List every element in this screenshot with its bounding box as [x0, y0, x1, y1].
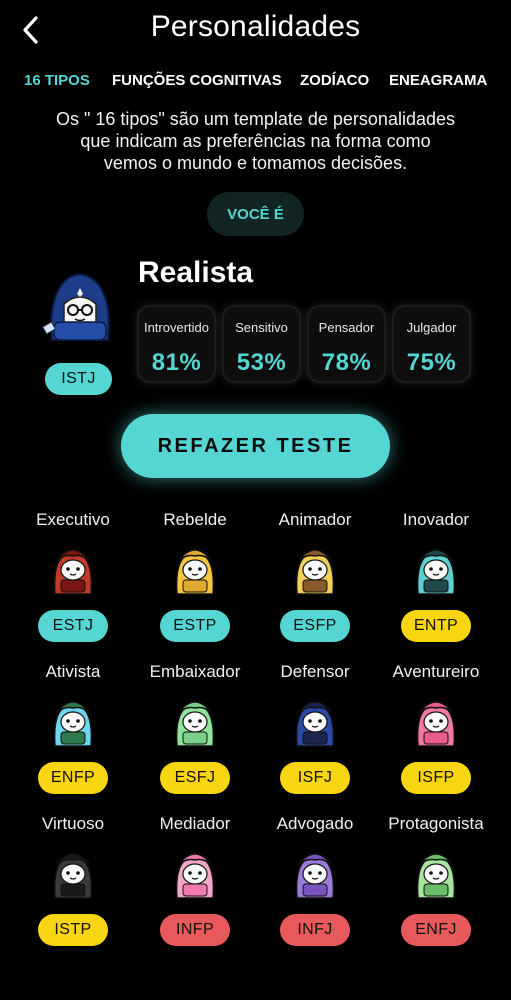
trait-value: 81% [151, 349, 202, 376]
type-card-isfp[interactable]: Aventureiro ISFP [376, 662, 496, 812]
tab-funcoes-cognitivas[interactable]: FUNÇÕES COGNITIVAS [112, 72, 282, 89]
type-card-entp[interactable]: Inovador ENTP [376, 510, 496, 660]
type-card-estp[interactable]: Rebelde ESTP [135, 510, 255, 660]
character-avatar-icon [295, 853, 335, 899]
tab-eneagrama[interactable]: ENEAGRAMA [389, 72, 487, 89]
type-avatar [283, 838, 347, 902]
type-avatar [41, 686, 105, 750]
type-avatar [404, 838, 468, 902]
type-name-label: Rebelde [163, 510, 227, 529]
tab-bar: 16 TIPOS FUNÇÕES COGNITIVAS ZODÍACO ENEA… [0, 72, 511, 94]
type-card-enfp[interactable]: Ativista ENFP [13, 662, 133, 812]
tab-16-tipos[interactable]: 16 TIPOS [24, 72, 90, 89]
type-code-badge: INFP [160, 914, 230, 946]
type-code-badge: ENFJ [401, 914, 471, 946]
trait-label: Pensador [318, 320, 375, 335]
character-avatar-icon [53, 549, 93, 595]
type-avatar [163, 534, 227, 598]
trait-card-sensitivo: Sensitivo 53% [222, 305, 301, 383]
type-card-enfj[interactable]: Protagonista ENFJ [376, 814, 496, 964]
type-name-label: Embaixador [149, 662, 241, 681]
character-avatar-icon [295, 701, 335, 747]
type-card-istp[interactable]: Virtuoso ISTP [13, 814, 133, 964]
type-name-label: Virtuoso [41, 814, 105, 833]
character-avatar-icon [53, 853, 93, 899]
trait-card-pensador: Pensador 78% [307, 305, 386, 383]
tab-zodiaco[interactable]: ZODÍACO [300, 72, 369, 89]
type-name-label: Aventureiro [392, 662, 480, 681]
type-code-badge: ESFP [280, 610, 350, 642]
type-avatar [163, 838, 227, 902]
type-name-label: Defensor [280, 662, 350, 681]
trait-label: Julgador [406, 320, 457, 335]
type-card-infp[interactable]: Mediador INFP [135, 814, 255, 964]
character-avatar-icon [175, 549, 215, 595]
type-name-label: Advogado [276, 814, 354, 833]
result-type-name: Realista [138, 256, 254, 289]
type-code-badge: ISFP [401, 762, 471, 794]
you-are-pill: VOCÊ É [207, 192, 304, 236]
type-avatar [283, 686, 347, 750]
type-name-label: Mediador [159, 814, 231, 833]
type-card-esfp[interactable]: Animador ESFP [255, 510, 375, 660]
type-code-badge: ESTJ [38, 610, 108, 642]
intro-text: Os " 16 tipos" são um template de person… [20, 108, 491, 174]
type-card-isfj[interactable]: Defensor ISFJ [255, 662, 375, 812]
type-avatar [163, 686, 227, 750]
character-avatar-icon [53, 701, 93, 747]
type-avatar [41, 534, 105, 598]
character-avatar-icon [175, 701, 215, 747]
type-avatar [283, 534, 347, 598]
character-avatar-icon [416, 549, 456, 595]
result-type-badge: ISTJ [45, 363, 112, 395]
trait-card-julgador: Julgador 75% [392, 305, 471, 383]
type-card-esfj[interactable]: Embaixador ESFJ [135, 662, 255, 812]
result-avatar [40, 264, 120, 344]
trait-value: 53% [236, 349, 287, 376]
page-title: Personalidades [150, 10, 361, 43]
type-code-badge: ISFJ [280, 762, 350, 794]
type-card-infj[interactable]: Advogado INFJ [255, 814, 375, 964]
header: Personalidades [0, 0, 511, 60]
trait-label: Sensitivo [235, 320, 288, 335]
type-avatar [404, 686, 468, 750]
trait-card-introvertido: Introvertido 81% [137, 305, 216, 383]
type-name-label: Executivo [36, 510, 110, 529]
type-avatar [41, 838, 105, 902]
type-avatar [404, 534, 468, 598]
intro-line: que indicam as preferências na forma com… [80, 131, 431, 151]
type-name-label: Animador [278, 510, 352, 529]
type-card-estj[interactable]: Executivo ESTJ [13, 510, 133, 660]
type-code-badge: ISTP [38, 914, 108, 946]
intro-line: Os " 16 tipos" são um template de person… [55, 109, 455, 129]
character-avatar-icon [416, 701, 456, 747]
type-name-label: Protagonista [388, 814, 484, 833]
trait-value: 78% [321, 349, 372, 376]
character-avatar-icon [175, 853, 215, 899]
type-code-badge: ENTP [401, 610, 471, 642]
retake-test-button[interactable]: REFAZER TESTE [121, 414, 390, 478]
intro-line: vemos o mundo e tomamos decisões. [103, 153, 408, 173]
type-name-label: Inovador [402, 510, 470, 529]
type-code-badge: ESFJ [160, 762, 230, 794]
type-name-label: Ativista [45, 662, 101, 681]
trait-label: Introvertido [143, 320, 210, 335]
type-code-badge: ENFP [38, 762, 108, 794]
wizard-avatar-icon [41, 273, 110, 341]
type-code-badge: INFJ [280, 914, 350, 946]
type-code-badge: ESTP [160, 610, 230, 642]
trait-value: 75% [406, 349, 457, 376]
character-avatar-icon [416, 853, 456, 899]
character-avatar-icon [295, 549, 335, 595]
